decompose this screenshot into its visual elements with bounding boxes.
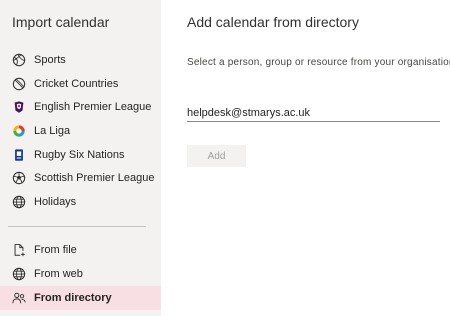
sidebar-item-from-web[interactable]: From web: [0, 262, 161, 286]
sidebar-item-sports[interactable]: Sports: [0, 48, 161, 72]
sidebar-item-label: English Premier League: [34, 101, 152, 113]
sidebar-item-rugby-six-nations[interactable]: Rugby Six Nations: [0, 143, 161, 167]
globe-icon: [12, 195, 26, 209]
sports-ball-icon: [12, 53, 26, 67]
sidebar-item-english-premier-league[interactable]: English Premier League: [0, 95, 161, 119]
sidebar-item-from-directory[interactable]: From directory: [0, 286, 161, 310]
import-calendar-dialog: Import calendar Sports Cricket Countries…: [0, 0, 450, 316]
cricket-ball-icon: [12, 77, 26, 91]
sidebar-item-label: From file: [34, 244, 77, 256]
sidebar-item-label: La Liga: [34, 125, 71, 137]
soccer-ball-icon: [12, 171, 26, 185]
sidebar-item-label: Holidays: [34, 196, 77, 208]
instruction-text: Select a person, group or resource from …: [187, 57, 450, 68]
sidebar-item-label: From web: [34, 268, 83, 280]
people-icon: [12, 291, 26, 305]
sidebar-item-label: Cricket Countries: [34, 78, 119, 90]
add-button[interactable]: Add: [187, 145, 246, 167]
sidebar-item-label: Rugby Six Nations: [34, 149, 125, 161]
file-add-icon: [12, 243, 26, 257]
sidebar-item-holidays[interactable]: Holidays: [0, 190, 161, 214]
sidebar-item-la-liga[interactable]: La Liga: [0, 119, 161, 143]
sidebar-divider: [8, 226, 146, 227]
sidebar-item-label: Sports: [34, 54, 66, 66]
sidebar-item-label: Scottish Premier League: [34, 172, 155, 184]
page-title: Add calendar from directory: [187, 14, 359, 30]
la-liga-logo-icon: [12, 124, 26, 138]
main-panel: Add calendar from directory Select a per…: [161, 0, 450, 316]
sidebar-item-from-file[interactable]: From file: [0, 238, 161, 262]
sidebar-title: Import calendar: [12, 14, 110, 30]
sidebar: Import calendar Sports Cricket Countries…: [0, 0, 161, 316]
globe-icon: [12, 267, 26, 281]
six-nations-logo-icon: [12, 148, 26, 162]
premier-league-logo-icon: [12, 100, 26, 114]
sidebar-item-cricket-countries[interactable]: Cricket Countries: [0, 72, 161, 96]
sidebar-item-label: From directory: [34, 292, 112, 304]
sidebar-item-scottish-premier-league[interactable]: Scottish Premier League: [0, 166, 161, 190]
directory-search-input[interactable]: [187, 104, 440, 122]
